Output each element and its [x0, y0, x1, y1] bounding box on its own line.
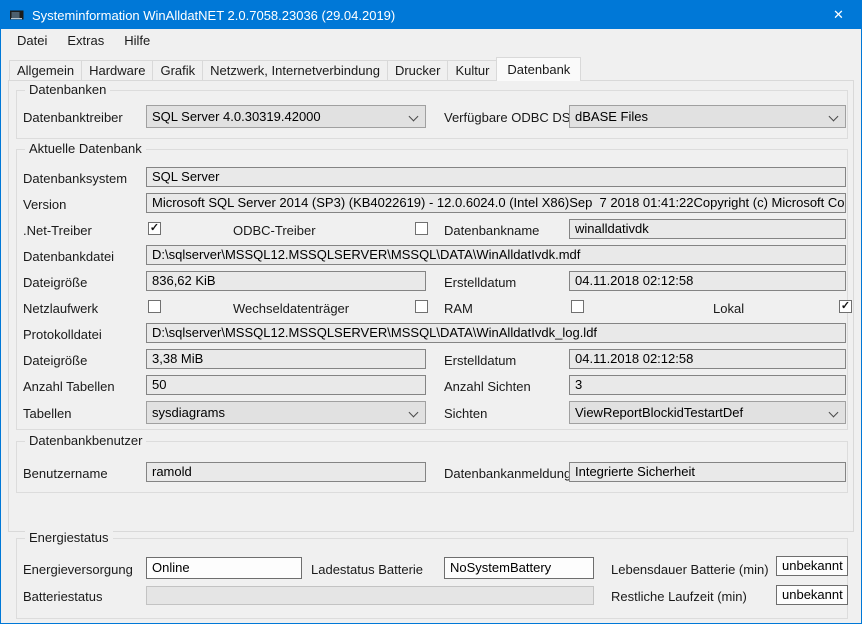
field-datenbankdatei[interactable]: D:\sqlserver\MSSQL12.MSSQLSERVER\MSSQL\D… [146, 245, 846, 265]
field-restliche-laufzeit[interactable]: unbekannt [776, 585, 848, 605]
label-verfuegbare-odbc-dsn: Verfügbare ODBC DSN [444, 110, 580, 125]
label-restliche-laufzeit: Restliche Laufzeit (min) [611, 589, 747, 604]
app-icon [9, 7, 25, 23]
label-dateigroesse-log: Dateigröße [23, 353, 87, 368]
field-lebensdauer-batterie[interactable]: unbekannt [776, 556, 848, 576]
label-erstelldatum-db: Erstelldatum [444, 275, 516, 290]
field-anzahl-sichten[interactable]: 3 [569, 375, 846, 395]
field-datenbankname[interactable]: winalldativdk [569, 219, 846, 239]
group-datenbankbenutzer: Datenbankbenutzer Benutzername ramold Da… [16, 441, 848, 493]
checkbox-netzlaufwerk[interactable] [148, 300, 161, 313]
label-ram: RAM [444, 301, 473, 316]
tab-drucker[interactable]: Drucker [387, 60, 449, 81]
field-erstelldatum-db[interactable]: 04.11.2018 02:12:58 [569, 271, 846, 291]
menubar: Datei Extras Hilfe [1, 29, 861, 52]
label-odbc-treiber: ODBC-Treiber [233, 223, 316, 238]
label-energieversorgung: Energieversorgung [23, 562, 133, 577]
field-batteriestatus[interactable] [146, 586, 594, 605]
field-benutzername[interactable]: ramold [146, 462, 426, 482]
label-datenbankdatei: Datenbankdatei [23, 249, 114, 264]
label-anzahl-sichten: Anzahl Sichten [444, 379, 531, 394]
label-batteriestatus: Batteriestatus [23, 589, 103, 604]
field-version-product: Microsoft SQL Server 2014 (SP3) (KB40226… [152, 194, 569, 212]
label-anzahl-tabellen: Anzahl Tabellen [23, 379, 115, 394]
dropdown-odbc-dsn-value: dBASE Files [575, 109, 648, 124]
dropdown-odbc-dsn[interactable]: dBASE Files [569, 105, 846, 128]
label-net-treiber: .Net-Treiber [23, 223, 92, 238]
dropdown-sichten[interactable]: ViewReportBlockidTestartDef [569, 401, 846, 424]
label-sichten: Sichten [444, 406, 487, 421]
field-version[interactable]: Microsoft SQL Server 2014 (SP3) (KB40226… [146, 193, 846, 213]
field-anzahl-tabellen[interactable]: 50 [146, 375, 426, 395]
field-dateigroesse-db[interactable]: 836,62 KiB [146, 271, 426, 291]
field-erstelldatum-log[interactable]: 04.11.2018 02:12:58 [569, 349, 846, 369]
dropdown-datenbanktreiber[interactable]: SQL Server 4.0.30319.42000 [146, 105, 426, 128]
label-dateigroesse-db: Dateigröße [23, 275, 87, 290]
window-title: Systeminformation WinAlldatNET 2.0.7058.… [32, 8, 395, 23]
chevron-down-icon [829, 112, 839, 122]
tab-grafik[interactable]: Grafik [152, 60, 203, 81]
checkbox-wechseldatentraeger[interactable] [415, 300, 428, 313]
dropdown-sichten-value: ViewReportBlockidTestartDef [575, 405, 743, 420]
label-wechseldatentraeger: Wechseldatenträger [233, 301, 349, 316]
chevron-down-icon [409, 408, 419, 418]
field-version-copyright: Copyright (c) Microsoft Corporation [694, 194, 846, 212]
checkbox-odbc-treiber[interactable] [415, 222, 428, 235]
dropdown-tabellen[interactable]: sysdiagrams [146, 401, 426, 424]
label-datenbanktreiber: Datenbanktreiber [23, 110, 123, 125]
field-energieversorgung[interactable]: Online [146, 557, 302, 579]
label-lokal: Lokal [713, 301, 744, 316]
label-datenbanksystem: Datenbanksystem [23, 171, 127, 186]
field-version-date: Sep 7 2018 01:41:22 [569, 194, 693, 212]
label-datenbankanmeldung: Datenbankanmeldung [444, 466, 571, 481]
chevron-down-icon [409, 112, 419, 122]
group-energiestatus: Energiestatus Energieversorgung Online L… [16, 538, 848, 619]
label-benutzername: Benutzername [23, 466, 108, 481]
tab-datenbank[interactable]: Datenbank [496, 57, 581, 81]
titlebar: Systeminformation WinAlldatNET 2.0.7058.… [1, 1, 861, 29]
field-dateigroesse-log[interactable]: 3,38 MiB [146, 349, 426, 369]
group-aktuelle-datenbank-title: Aktuelle Datenbank [25, 141, 146, 156]
tab-hardware[interactable]: Hardware [81, 60, 153, 81]
tab-netzwerk-internetverbindung[interactable]: Netzwerk, Internetverbindung [202, 60, 388, 81]
label-tabellen: Tabellen [23, 406, 71, 421]
menu-item-hilfe[interactable]: Hilfe [114, 29, 160, 52]
group-datenbanken-title: Datenbanken [25, 82, 110, 97]
group-aktuelle-datenbank: Aktuelle Datenbank Datenbanksystem SQL S… [16, 149, 848, 430]
close-button[interactable]: ✕ [816, 1, 861, 29]
label-protokolldatei: Protokolldatei [23, 327, 102, 342]
tab-allgemein[interactable]: Allgemein [9, 60, 82, 81]
checkbox-net-treiber[interactable]: ✓ [148, 222, 161, 235]
group-datenbanken: Datenbanken Datenbanktreiber SQL Server … [16, 90, 848, 139]
field-datenbankanmeldung[interactable]: Integrierte Sicherheit [569, 462, 846, 482]
field-ladestatus-batterie[interactable]: NoSystemBattery [444, 557, 594, 579]
label-datenbankname: Datenbankname [444, 223, 539, 238]
chevron-down-icon [829, 408, 839, 418]
field-protokolldatei[interactable]: D:\sqlserver\MSSQL12.MSSQLSERVER\MSSQL\D… [146, 323, 846, 343]
tab-kultur[interactable]: Kultur [447, 60, 497, 81]
dropdown-datenbanktreiber-value: SQL Server 4.0.30319.42000 [152, 109, 321, 124]
label-ladestatus-batterie: Ladestatus Batterie [311, 562, 423, 577]
dropdown-tabellen-value: sysdiagrams [152, 405, 225, 420]
app-window: Systeminformation WinAlldatNET 2.0.7058.… [0, 0, 862, 624]
group-datenbankbenutzer-title: Datenbankbenutzer [25, 433, 146, 448]
checkbox-ram[interactable] [571, 300, 584, 313]
tab-strip: Allgemein Hardware Grafik Netzwerk, Inte… [9, 57, 581, 81]
menu-item-datei[interactable]: Datei [7, 29, 57, 52]
label-netzlaufwerk: Netzlaufwerk [23, 301, 98, 316]
label-lebensdauer-batterie: Lebensdauer Batterie (min) [611, 562, 769, 577]
menu-item-extras[interactable]: Extras [57, 29, 114, 52]
field-datenbanksystem[interactable]: SQL Server [146, 167, 846, 187]
group-energiestatus-title: Energiestatus [25, 530, 113, 545]
checkbox-lokal[interactable]: ✓ [839, 300, 852, 313]
label-version: Version [23, 197, 66, 212]
close-icon: ✕ [833, 7, 844, 23]
label-erstelldatum-log: Erstelldatum [444, 353, 516, 368]
